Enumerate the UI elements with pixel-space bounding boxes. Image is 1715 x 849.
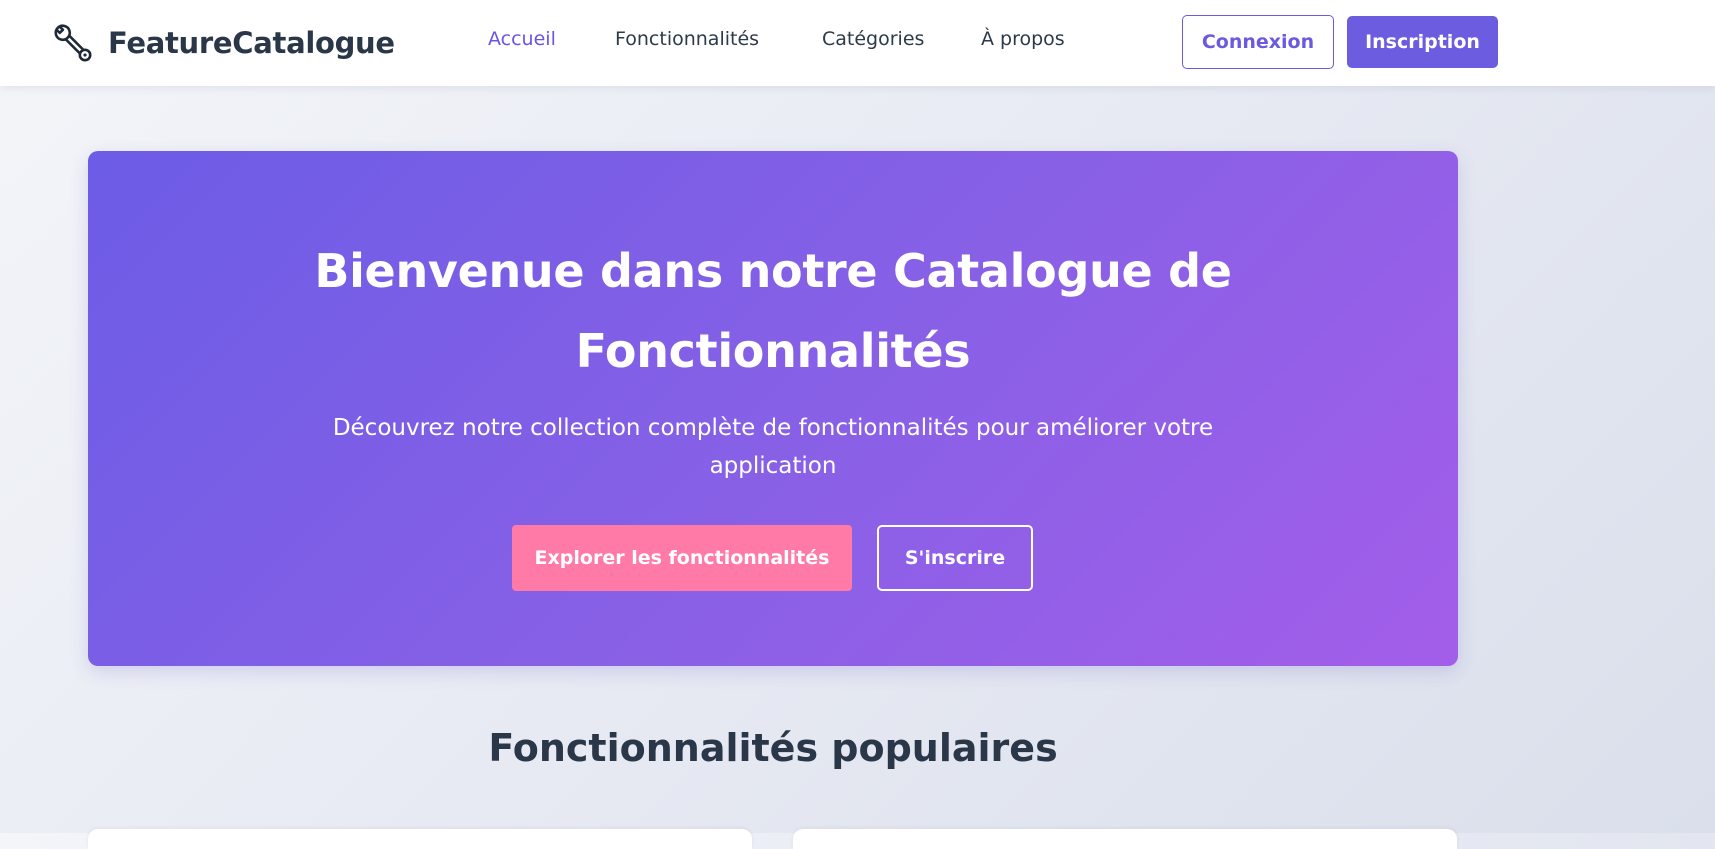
feature-card[interactable] — [793, 829, 1457, 849]
hero-title: Bienvenue dans notre Catalogue de Foncti… — [314, 244, 1232, 378]
brand-logo[interactable]: FeatureCatalogue — [50, 20, 395, 66]
brand-name: FeatureCatalogue — [108, 26, 395, 60]
popular-features-title: Fonctionnalités populaires — [488, 726, 1058, 770]
top-navbar: FeatureCatalogue Accueil Fonctionnalités… — [0, 0, 1715, 86]
feature-card[interactable] — [88, 829, 752, 849]
hero-banner: Bienvenue dans notre Catalogue de Foncti… — [88, 151, 1458, 666]
nav-link-a-propos[interactable]: À propos — [981, 28, 1065, 50]
nav-link-categories[interactable]: Catégories — [822, 28, 924, 50]
login-button[interactable]: Connexion — [1182, 15, 1334, 69]
explore-features-button[interactable]: Explorer les fonctionnalités — [512, 525, 852, 591]
hero-register-button[interactable]: S'inscrire — [877, 525, 1033, 591]
nav-link-accueil[interactable]: Accueil — [488, 28, 556, 50]
nav-link-fonctionnalites[interactable]: Fonctionnalités — [615, 28, 759, 50]
wrench-icon — [50, 20, 96, 66]
signup-button[interactable]: Inscription — [1347, 16, 1498, 68]
hero-subtitle: Découvrez notre collection complète de f… — [332, 415, 1214, 479]
